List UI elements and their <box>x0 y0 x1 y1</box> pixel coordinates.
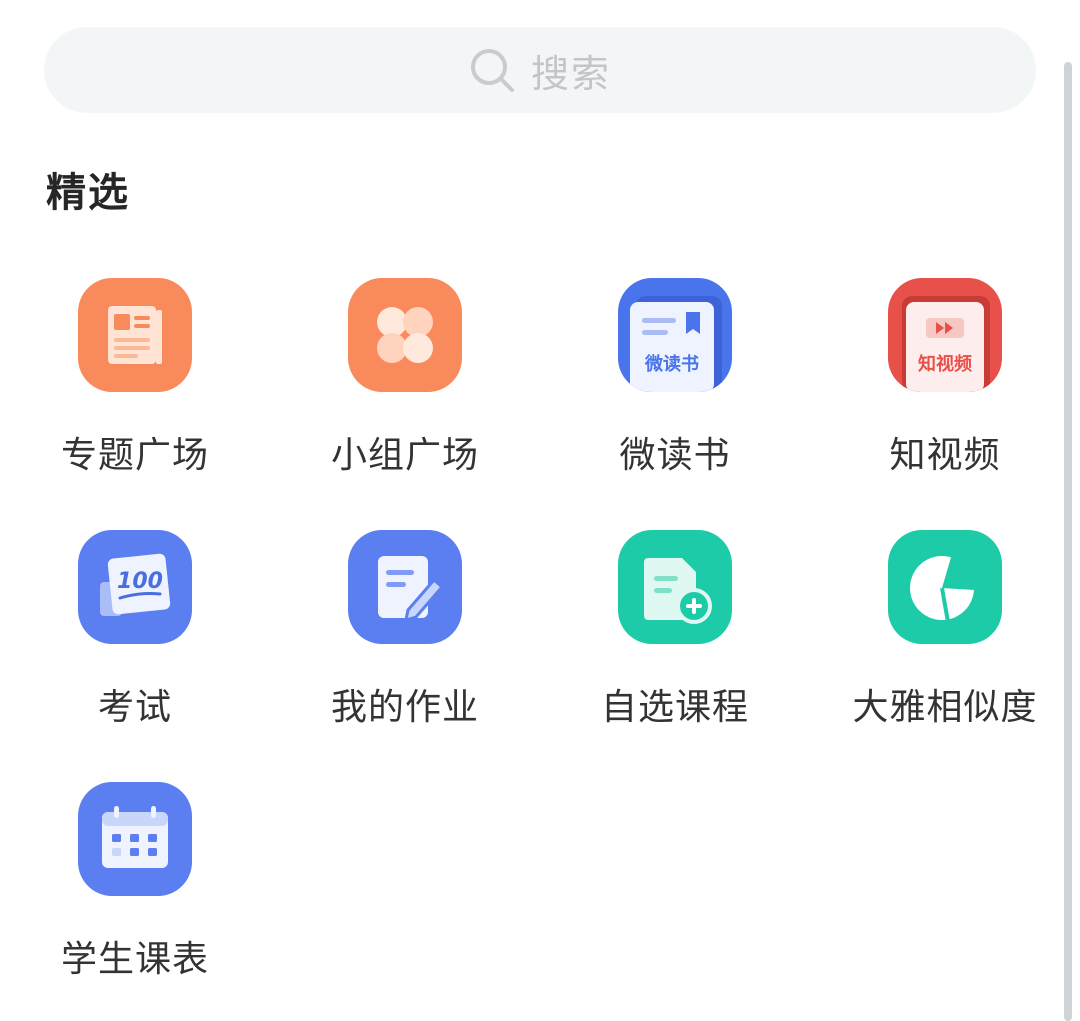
tile-student-timetable[interactable]: 学生课表 <box>0 778 270 1018</box>
group-circles-icon <box>348 278 462 392</box>
tile-label: 自选课程 <box>600 687 749 728</box>
tile-label: 小组广场 <box>330 435 479 476</box>
tile-knowledge-video[interactable]: 知视频 知视频 <box>810 274 1080 514</box>
calendar-icon <box>78 782 192 896</box>
tile-label: 微读书 <box>619 435 731 476</box>
add-course-icon <box>618 530 732 644</box>
book-badge-text: 微读书 <box>644 353 699 375</box>
exam-paper-icon: 100 <box>78 530 192 644</box>
video-badge-text: 知视频 <box>918 353 972 375</box>
tile-label: 我的作业 <box>330 687 479 728</box>
newspaper-icon <box>78 278 192 392</box>
scrollbar[interactable] <box>1064 62 1072 1021</box>
tile-label: 大雅相似度 <box>852 687 1038 728</box>
video-play-icon: 知视频 <box>888 278 1002 392</box>
search-icon <box>469 47 515 93</box>
tile-daya-similarity[interactable]: 大雅相似度 <box>810 526 1080 766</box>
tile-label: 考试 <box>97 687 172 728</box>
search-bar[interactable]: 搜索 <box>44 27 1036 113</box>
exam-score-text: 100 <box>117 569 163 594</box>
tile-topic-square[interactable]: 专题广场 <box>0 274 270 514</box>
search-placeholder: 搜索 <box>530 51 611 96</box>
tile-label: 专题广场 <box>60 435 209 476</box>
section-title: 精选 <box>46 170 130 216</box>
pie-chart-icon <box>888 530 1002 644</box>
tile-label: 学生课表 <box>60 939 209 980</box>
tile-my-homework[interactable]: 我的作业 <box>270 526 540 766</box>
tile-label: 知视频 <box>889 435 1001 476</box>
book-icon: 微读书 <box>618 278 732 392</box>
tile-micro-reading[interactable]: 微读书 微读书 <box>540 274 810 514</box>
tile-group-square[interactable]: 小组广场 <box>270 274 540 514</box>
tile-exam[interactable]: 100 考试 <box>0 526 270 766</box>
tile-elective-course[interactable]: 自选课程 <box>540 526 810 766</box>
homework-edit-icon <box>348 530 462 644</box>
